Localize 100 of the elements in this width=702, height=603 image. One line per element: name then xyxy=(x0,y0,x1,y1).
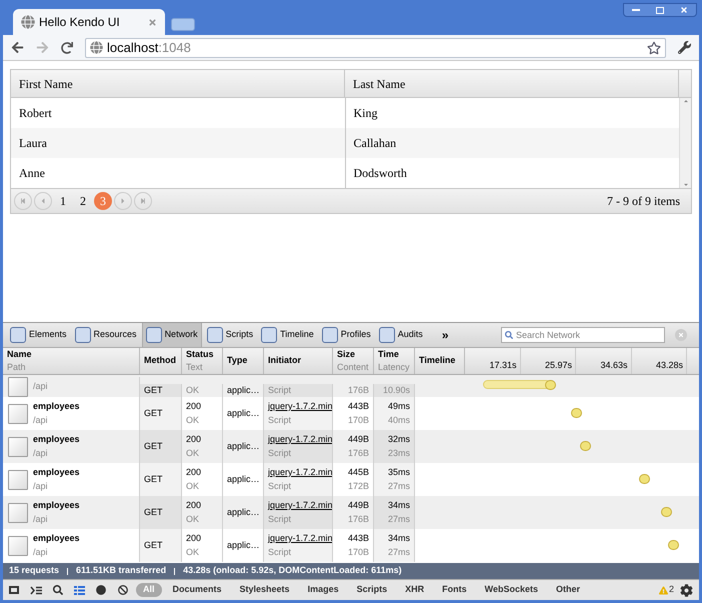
devtools-tab[interactable]: Elements xyxy=(7,323,70,347)
caret-right-icon xyxy=(119,197,127,205)
previous-page-button[interactable] xyxy=(34,192,52,210)
filter-button[interactable]: Other xyxy=(548,583,587,597)
column-header[interactable]: Timeline xyxy=(415,348,465,374)
column-header[interactable]: Last Name xyxy=(345,70,679,97)
pager-summary: 7 - 9 of 9 items xyxy=(607,193,680,210)
last-page-button[interactable] xyxy=(134,192,152,210)
request-name[interactable]: employees xyxy=(33,433,80,446)
table-cell-text: Dodsworth xyxy=(352,165,408,182)
file-icon xyxy=(8,536,28,556)
caret-left-icon xyxy=(39,197,47,205)
column-header[interactable]: Time Latency xyxy=(374,348,415,374)
reload-icon[interactable] xyxy=(61,42,73,54)
method-text: GET xyxy=(144,538,164,552)
request-path: /api xyxy=(33,546,49,559)
filter-button[interactable]: XHR xyxy=(398,583,432,597)
filter-button[interactable]: Fonts xyxy=(435,583,474,597)
first-page-button[interactable] xyxy=(14,192,32,210)
column-header[interactable]: Size Content xyxy=(333,348,374,374)
page-button[interactable]: 2 xyxy=(74,192,92,210)
more-tabs-button[interactable]: » xyxy=(442,326,448,344)
tab-title: Hello Kendo UI xyxy=(39,14,121,31)
status-text: OK xyxy=(186,546,200,558)
content-size: 172B xyxy=(348,480,369,492)
filter-button[interactable]: WebSockets xyxy=(478,583,545,597)
status-code: 200 xyxy=(186,532,202,545)
request-name[interactable]: employees xyxy=(33,400,80,414)
method-text: GET xyxy=(144,384,164,396)
request-name[interactable]: employees xyxy=(33,499,80,512)
warning-count[interactable]: 2 xyxy=(658,583,674,597)
list-icon[interactable] xyxy=(74,586,85,594)
request-path: /api xyxy=(33,480,49,493)
column-header[interactable]: First Name xyxy=(11,70,345,97)
time-text: 34ms xyxy=(388,499,410,512)
next-page-button[interactable] xyxy=(114,192,132,210)
close-icon[interactable] xyxy=(680,6,688,14)
column-header[interactable]: Name Path xyxy=(3,348,140,374)
type-text: applic… xyxy=(227,506,259,519)
wrench-icon[interactable] xyxy=(678,41,691,54)
status-text: OK xyxy=(186,480,200,492)
file-icon xyxy=(8,502,28,522)
console-icon[interactable] xyxy=(30,586,42,594)
request-path: /api xyxy=(33,512,49,526)
type-text: applic… xyxy=(227,472,259,486)
scrollbar[interactable] xyxy=(679,98,691,188)
maximize-icon[interactable] xyxy=(656,6,664,14)
content-size: 170B xyxy=(348,414,369,426)
type-text: applic… xyxy=(227,406,259,420)
column-header[interactable]: Initiator xyxy=(264,348,333,374)
forward-icon[interactable] xyxy=(36,41,49,54)
time-text: 34ms xyxy=(388,532,410,545)
devtools-tab[interactable]: Scripts xyxy=(204,323,256,347)
size-text: 443B xyxy=(348,532,369,545)
method-text: GET xyxy=(144,472,164,486)
devtools-tab[interactable]: Audits xyxy=(376,323,426,347)
new-tab-button[interactable] xyxy=(171,18,195,31)
content-size: 176B xyxy=(348,384,369,396)
page-button[interactable]: 1 xyxy=(54,192,72,210)
close-icon[interactable] xyxy=(148,18,157,26)
size-text: 449B xyxy=(348,433,369,446)
column-header[interactable]: Type xyxy=(223,348,264,374)
filter-button[interactable]: Scripts xyxy=(350,583,394,597)
latency-text: 40ms xyxy=(388,414,410,426)
request-name[interactable]: employees xyxy=(33,466,80,480)
file-icon xyxy=(8,470,28,490)
url-text: localhost:1048 xyxy=(107,38,192,57)
filter-button[interactable]: Images xyxy=(300,583,346,597)
browser-tab[interactable]: Hello Kendo UI xyxy=(13,9,165,35)
initiator-type: Script xyxy=(268,384,292,397)
initiator-type: Script xyxy=(268,512,292,526)
window-controls[interactable] xyxy=(623,3,697,17)
globe-icon xyxy=(90,41,103,54)
request-name[interactable]: employees xyxy=(33,532,80,546)
filter-button[interactable]: Stylesheets xyxy=(232,583,297,597)
filter-button[interactable]: Documents xyxy=(166,583,229,597)
scroll-down-icon[interactable] xyxy=(682,182,688,188)
panel-icon xyxy=(146,327,162,343)
settings-icon[interactable] xyxy=(680,584,693,596)
latency-text: 27ms xyxy=(388,546,410,558)
devtools-tab[interactable]: Resources xyxy=(72,323,140,347)
star-icon[interactable] xyxy=(647,40,661,54)
content-size: 176B xyxy=(348,512,369,526)
request-path: /api xyxy=(33,414,49,427)
method-text: GET xyxy=(144,506,164,519)
scroll-up-icon[interactable] xyxy=(682,98,688,104)
column-header[interactable]: Status Text xyxy=(182,348,223,374)
address-bar[interactable]: localhost:1048 xyxy=(85,38,666,58)
initiator-type: Script xyxy=(268,414,292,427)
panel-icon xyxy=(378,327,395,343)
devtools-tab[interactable]: Profiles xyxy=(318,323,374,347)
initiator-type: Script xyxy=(268,446,292,460)
search-field[interactable]: Search Network xyxy=(501,327,665,343)
devtools-tab[interactable]: Timeline xyxy=(258,323,317,347)
column-header[interactable]: Method xyxy=(140,348,182,374)
file-icon xyxy=(8,377,28,397)
back-icon[interactable] xyxy=(11,41,24,54)
panel-icon xyxy=(10,327,26,343)
devtools-tab[interactable]: Network xyxy=(142,323,202,347)
initiator-type: Script xyxy=(268,546,292,559)
